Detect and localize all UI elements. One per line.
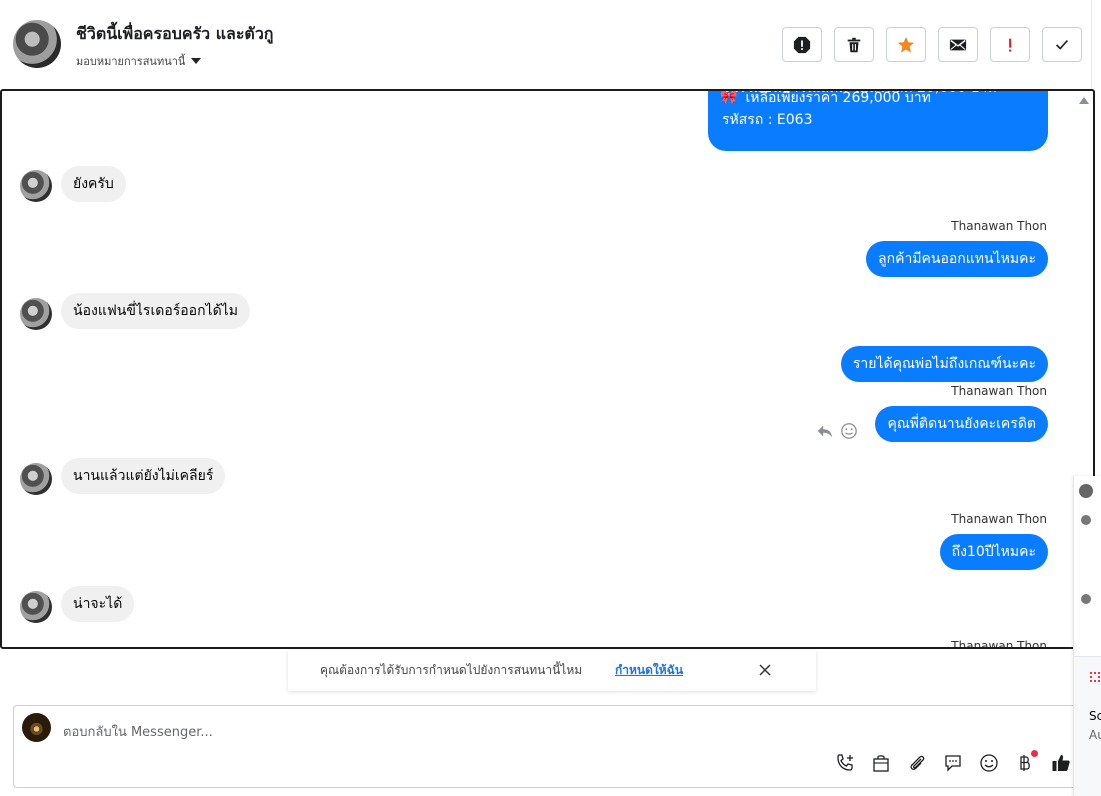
assign-label: มอบหมายการสนทนานี้	[76, 55, 186, 68]
close-icon[interactable]	[757, 662, 773, 678]
attach-button[interactable]	[906, 752, 928, 774]
mark-spam-button[interactable]	[782, 27, 822, 62]
incoming-message[interactable]: นานแล้วแต่ยังไม่เคลียร์	[61, 458, 226, 494]
message-actions	[816, 422, 858, 440]
smiley-icon	[980, 754, 998, 772]
chat-bubble-icon	[945, 755, 961, 772]
trash-icon	[847, 37, 861, 52]
outgoing-message[interactable]: ลูกค้ามีคนออกแทนไหมคะ	[866, 241, 1048, 277]
alert-icon	[793, 36, 811, 53]
caret-down-icon	[191, 58, 202, 64]
envelope-icon	[949, 39, 967, 50]
contact-avatar-small	[20, 591, 52, 623]
contact-avatar[interactable]	[13, 20, 61, 68]
avatar	[1079, 484, 1093, 498]
delete-button[interactable]	[834, 27, 874, 62]
contact-avatar-small	[20, 298, 52, 330]
contact-avatar-small	[20, 463, 52, 495]
thumbs-up-icon	[1052, 755, 1070, 771]
assign-to-me-link[interactable]: กำหนดให้ฉัน	[615, 661, 683, 680]
star-button[interactable]	[886, 27, 926, 62]
sender-name: Thanawan Thon	[951, 219, 1047, 233]
contact-name[interactable]: ชีวิตนี้เพื่อครอบครัว และตัวกู	[76, 22, 273, 47]
smiley-icon[interactable]	[840, 422, 858, 440]
paperclip-icon	[910, 755, 925, 770]
ribbon-icon: 🎀	[720, 90, 738, 106]
promo-line-2-row: 🎀 เหลือเพียงราคา 269,000 บาท	[720, 90, 931, 109]
mark-unread-button[interactable]	[938, 27, 978, 62]
promo-message-bubble[interactable]: โปรโมชั่นบาวนิเสดต์ วิมส่วนลด 20,000 บาท…	[708, 90, 1048, 151]
page-avatar	[22, 713, 51, 742]
like-button[interactable]	[1050, 752, 1072, 774]
promo-line-3: รหัสรถ : E063	[722, 112, 813, 128]
outgoing-message[interactable]: คุณพี่ติดนานยังคะเครดิต	[875, 406, 1048, 442]
shop-button[interactable]	[870, 752, 892, 774]
conversation-header: ชีวิตนี้เพื่อครอบครัว และตัวกู มอบหมายกา…	[0, 0, 1092, 89]
phone-plus-button[interactable]	[834, 752, 856, 774]
reply-icon[interactable]	[816, 422, 834, 440]
promo-line-2: เหลือเพียงราคา 269,000 บาท	[745, 90, 931, 106]
sender-name: Thanawan Thon	[951, 639, 1047, 649]
saved-replies-button[interactable]	[942, 752, 964, 774]
emoji-button[interactable]	[978, 752, 1000, 774]
incoming-message[interactable]: น่าจะได้	[61, 586, 135, 622]
messenger-inbox-page: ชีวิตนี้เพื่อครอบครัว และตัวกู มอบหมายกา…	[0, 0, 1101, 796]
reply-input[interactable]: ตอบกลับใน Messenger...	[63, 721, 213, 742]
star-icon	[897, 36, 915, 53]
sender-name: Thanawan Thon	[951, 512, 1047, 526]
reply-composer: ตอบกลับใน Messenger...	[13, 705, 1088, 788]
payment-button[interactable]	[1014, 750, 1038, 774]
grid-icon	[1090, 672, 1100, 682]
assign-banner: คุณต้องการได้รับการกำหนดไปยังการสนทนานี้…	[288, 650, 816, 691]
avatar	[1081, 515, 1091, 525]
phone-plus-icon	[837, 754, 853, 771]
assign-banner-text: คุณต้องการได้รับการกำหนดไปยังการสนทนานี้…	[320, 663, 583, 677]
composer-toolbar	[834, 750, 1072, 774]
side-panel-subtext: Au	[1089, 728, 1101, 742]
mark-done-button[interactable]	[1042, 27, 1082, 62]
follow-up-button[interactable]	[990, 27, 1030, 62]
notification-dot	[1031, 750, 1038, 757]
sender-name: Thanawan Thon	[951, 384, 1047, 398]
conversation-toolbar	[782, 27, 1082, 62]
incoming-message[interactable]: ยังครับ	[61, 166, 126, 202]
contact-avatar-small	[20, 170, 52, 202]
shopping-bag-icon	[873, 755, 889, 772]
avatar	[1081, 594, 1091, 604]
side-chat-preview-panel[interactable]: Sc Au	[1073, 476, 1101, 796]
outgoing-message[interactable]: ถึง10ปีไหมคะ	[939, 534, 1048, 570]
message-thread[interactable]: โปรโมชั่นบาวนิเสดต์ วิมส่วนลด 20,000 บาท…	[0, 89, 1095, 649]
check-icon	[1056, 39, 1069, 50]
side-panel-text: Sc	[1089, 709, 1101, 723]
incoming-message[interactable]: น้องแฟนขี่ไรเดอร์ออกได้ไม	[61, 293, 250, 329]
outgoing-message[interactable]: รายได้คุณพ่อไม่ถึงเกณฑ์นะคะ	[840, 346, 1048, 382]
scroll-up-arrow-icon[interactable]	[1079, 97, 1089, 104]
exclamation-icon	[1009, 38, 1012, 52]
assign-conversation-dropdown[interactable]: มอบหมายการสนทนานี้	[76, 52, 202, 70]
